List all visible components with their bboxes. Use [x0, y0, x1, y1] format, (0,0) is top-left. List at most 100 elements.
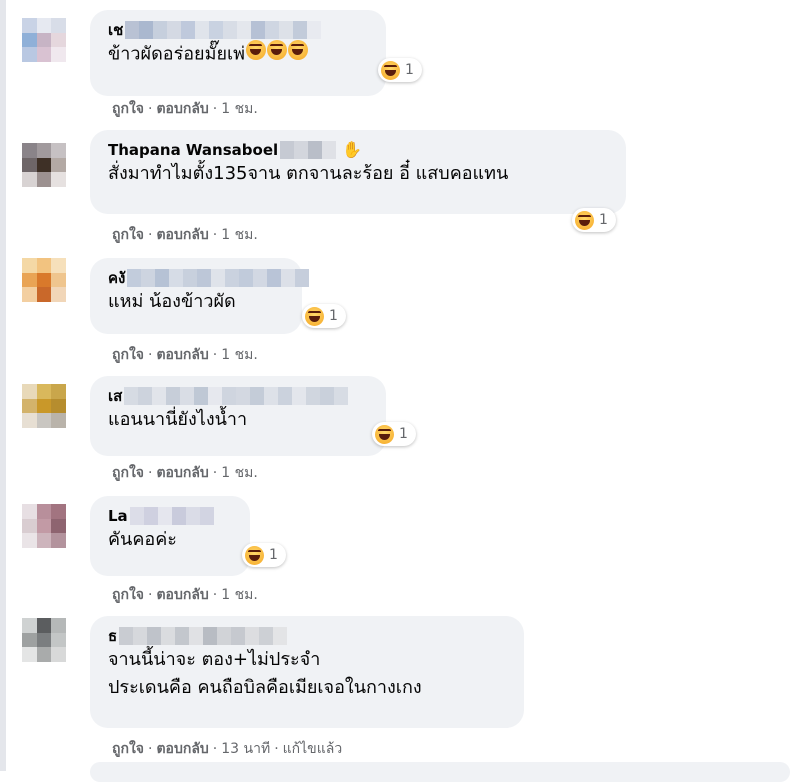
commenter-name[interactable]: La	[108, 506, 236, 526]
reply-link[interactable]: ตอบกลับ	[156, 465, 208, 481]
timestamp[interactable]: 1 ชม.	[221, 587, 258, 603]
thread-rail	[0, 0, 6, 771]
like-link[interactable]: ถูกใจ	[112, 465, 144, 481]
comment-bubble: เส แอนนานี่ยังไงน้ำา	[90, 376, 386, 456]
redaction-pixel	[307, 21, 322, 39]
commenter-name-text[interactable]: เส	[108, 386, 122, 406]
avatar-pixel	[36, 398, 52, 414]
commenter-name[interactable]: เช	[108, 20, 372, 40]
redaction-pixel	[253, 269, 268, 287]
haha-reaction-icon	[381, 60, 400, 80]
redaction-pixel	[217, 627, 232, 645]
laughing-crying-emoji-icon	[267, 40, 288, 69]
commenter-name[interactable]: ธ	[108, 626, 510, 646]
separator: ·	[212, 587, 218, 603]
avatar-pixel	[36, 32, 52, 48]
avatar-pixel	[51, 47, 66, 62]
redaction-pixel	[281, 269, 296, 287]
avatar-pixel	[22, 47, 37, 62]
reply-link[interactable]: ตอบกลับ	[156, 347, 208, 363]
avatar-pixel	[51, 287, 66, 302]
timestamp[interactable]: 1 ชม.	[221, 347, 258, 363]
avatar-pixel	[22, 632, 37, 648]
redaction-pixel	[308, 141, 323, 159]
commenter-name-text[interactable]: Thapana Wansaboel	[108, 140, 278, 160]
redaction-pixel	[129, 507, 144, 525]
redacted-name	[125, 21, 322, 39]
like-link[interactable]: ถูกใจ	[112, 587, 144, 603]
like-link[interactable]: ถูกใจ	[112, 741, 144, 757]
reaction-count: 1	[269, 547, 278, 563]
avatar[interactable]	[22, 618, 66, 662]
comment-text: แอนนานี่ยังไงน้ำา	[108, 409, 248, 430]
edited-label[interactable]: แก้ไขแล้ว	[283, 741, 343, 757]
comment-actions: ถูกใจ · ตอบกลับ · 1 ชม.	[112, 584, 258, 606]
avatar-pixel	[51, 32, 66, 48]
reaction-count: 1	[599, 212, 608, 228]
redaction-pixel	[237, 21, 252, 39]
timestamp[interactable]: 13 นาที	[221, 741, 270, 757]
commenter-name-text[interactable]: คงั	[108, 268, 125, 288]
reply-link[interactable]: ตอบกลับ	[156, 741, 208, 757]
reply-link[interactable]: ตอบกลับ	[156, 587, 208, 603]
reaction-summary[interactable]: 1	[372, 422, 416, 446]
reply-link[interactable]: ตอบกลับ	[156, 101, 208, 117]
like-link[interactable]: ถูกใจ	[112, 227, 144, 243]
haha-reaction-icon	[245, 545, 264, 565]
like-link[interactable]: ถูกใจ	[112, 347, 144, 363]
avatar[interactable]	[22, 258, 66, 302]
commenter-name-text[interactable]: ธ	[108, 626, 117, 646]
reaction-summary[interactable]: 1	[302, 304, 346, 328]
redacted-name	[127, 269, 310, 287]
commenter-name[interactable]: คงั	[108, 268, 310, 288]
avatar-pixel	[22, 143, 37, 158]
redaction-pixel	[180, 387, 195, 405]
redaction-pixel	[278, 387, 293, 405]
comment-text-body: ข้าวผัดอร่อยมั๊ยเพ่	[108, 43, 246, 65]
separator: ·	[212, 741, 218, 757]
like-link[interactable]: ถูกใจ	[112, 101, 144, 117]
reaction-summary[interactable]: 1	[242, 543, 286, 567]
reaction-summary[interactable]: 1	[572, 208, 616, 232]
redaction-pixel	[171, 507, 186, 525]
commenter-name[interactable]: Thapana Wansaboel ✋	[108, 140, 612, 160]
redaction-pixel	[280, 141, 295, 159]
avatar-pixel	[51, 632, 66, 648]
avatar-pixel	[22, 172, 37, 187]
timestamp[interactable]: 1 ชม.	[221, 465, 258, 481]
separator: ·	[148, 741, 153, 757]
redaction-pixel	[203, 627, 218, 645]
redaction-pixel	[124, 387, 139, 405]
comment-text-line: ประเดนคือ คนถือบิลคือเมียเจอในกางเกง	[108, 677, 422, 698]
avatar-pixel	[36, 47, 52, 62]
avatar[interactable]	[22, 384, 66, 428]
reply-link[interactable]: ตอบกลับ	[156, 227, 208, 243]
commenter-name-text[interactable]: เช	[108, 20, 123, 40]
avatar-pixel	[22, 384, 37, 399]
redaction-pixel	[273, 627, 288, 645]
redaction-pixel	[279, 21, 294, 39]
avatar[interactable]	[22, 143, 66, 187]
comment-text: คันคอค่ะ	[108, 529, 177, 550]
redaction-pixel	[306, 387, 321, 405]
comment-actions: ถูกใจ · ตอบกลับ · 1 ชม.	[112, 462, 258, 484]
timestamp[interactable]: 1 ชม.	[221, 227, 258, 243]
redaction-pixel	[322, 141, 337, 159]
commenter-name-text[interactable]: La	[108, 506, 128, 526]
reaction-count: 1	[399, 426, 408, 442]
avatar-pixel	[36, 533, 52, 548]
separator: ·	[212, 347, 218, 363]
avatar-pixel	[22, 287, 37, 302]
redaction-pixel	[175, 627, 190, 645]
comment-text-line: จานนี้น่าจะ ตอง+ไม่ประจำ	[108, 649, 321, 670]
redacted-name	[124, 387, 349, 405]
avatar[interactable]	[22, 18, 66, 62]
timestamp[interactable]: 1 ชม.	[221, 101, 258, 117]
avatar-pixel	[36, 272, 52, 288]
commenter-name[interactable]: เส	[108, 386, 372, 406]
reaction-summary[interactable]: 1	[378, 58, 422, 82]
avatar-pixel	[22, 504, 37, 519]
avatar-pixel	[36, 413, 52, 428]
avatar[interactable]	[22, 504, 66, 548]
haha-reaction-icon	[575, 210, 594, 230]
